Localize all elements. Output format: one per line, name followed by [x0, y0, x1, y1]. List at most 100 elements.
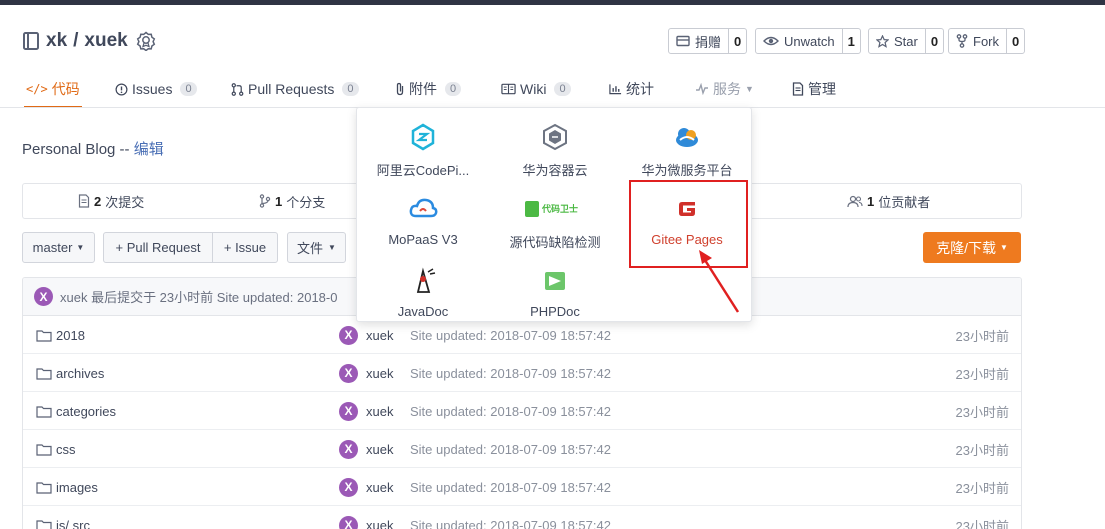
watch-count[interactable]: 1	[843, 29, 860, 53]
commit-author[interactable]: Xxuek	[339, 430, 393, 468]
tab-pull-requests[interactable]: Pull Requests 0	[231, 70, 359, 108]
donate-group: 捐赠 0	[668, 28, 748, 54]
repo-name-link[interactable]: xuek	[84, 30, 127, 52]
tab-attachments-count: 0	[445, 82, 462, 96]
fork-count[interactable]: 0	[1007, 29, 1024, 53]
table-row: archives Xxuek Site updated: 2018-07-09 …	[23, 354, 1021, 392]
file-link[interactable]: js/ src	[36, 506, 90, 529]
star-group: Star 0	[868, 28, 945, 54]
tab-wiki-label: Wiki	[520, 81, 547, 97]
branches-stat[interactable]: 1 个分支	[259, 184, 325, 218]
clone-download-label: 克隆/下载	[936, 239, 996, 256]
file-link[interactable]: images	[36, 468, 98, 506]
author-name: xuek	[366, 327, 394, 343]
new-issue-button[interactable]: + Issue	[212, 232, 278, 263]
menu-item-aliyun-codepipeline[interactable]: 阿里云CodePi...	[363, 112, 483, 184]
branch-select[interactable]: master ▼	[22, 232, 95, 263]
menu-item-label: 阿里云CodePi...	[376, 163, 470, 178]
avatar: X	[339, 401, 358, 421]
donate-icon	[676, 35, 690, 47]
clone-download-button[interactable]: 克隆/下载 ▼	[923, 232, 1021, 263]
mopaas-cloud-icon	[409, 198, 438, 218]
branches-label: 个分支	[286, 194, 326, 210]
avatar: X	[339, 325, 358, 345]
branch-icon	[259, 194, 271, 208]
commit-author[interactable]: Xxuek	[339, 468, 393, 506]
commit-message[interactable]: Site updated: 2018-07-09 18:57:42	[410, 392, 611, 430]
tab-pull-requests-count: 0	[342, 82, 359, 96]
commit-time: 23小时前	[955, 442, 1009, 458]
commit-message[interactable]: Site updated: 2018-07-09 18:57:42	[410, 506, 611, 529]
commits-stat[interactable]: 2 次提交	[78, 184, 144, 218]
fork-label: Fork	[973, 33, 999, 49]
commit-message[interactable]: Site updated: 2018-07-09 18:57:42	[410, 430, 611, 468]
avatar: X	[339, 515, 358, 529]
folder-icon	[36, 443, 52, 456]
commit-author[interactable]: Xxuek	[339, 506, 393, 529]
new-pull-request-button[interactable]: + Pull Request	[103, 232, 213, 263]
star-count[interactable]: 0	[926, 29, 943, 53]
new-issue-label: + Issue	[223, 240, 267, 255]
eye-icon	[763, 36, 779, 46]
file-name: categories	[56, 403, 116, 419]
chevron-down-icon: ▼	[999, 243, 1008, 252]
tab-code[interactable]: </> 代码	[24, 70, 82, 108]
chevron-down-icon: ▼	[76, 243, 85, 252]
donate-button[interactable]: 捐赠	[669, 29, 730, 53]
file-menu-button[interactable]: 文件 ▼	[287, 232, 346, 263]
menu-item-phpdoc[interactable]: PHPDoc	[495, 256, 615, 328]
new-pull-request-label: + Pull Request	[115, 240, 201, 255]
unwatch-button[interactable]: Unwatch	[756, 29, 843, 53]
contributors-stat[interactable]: 1 位贡献者	[847, 184, 930, 218]
last-commit-text[interactable]: xuek 最后提交于 23小时前 Site updated: 2018-0	[60, 287, 337, 306]
chevron-down-icon: ▼	[328, 243, 336, 252]
folder-icon	[36, 329, 52, 342]
commit-message[interactable]: Site updated: 2018-07-09 18:57:42	[410, 354, 611, 392]
tab-issues[interactable]: Issues 0	[115, 70, 197, 108]
tab-attachments[interactable]: 附件 0	[395, 70, 462, 108]
star-button[interactable]: Star	[869, 29, 926, 53]
table-row: categories Xxuek Site updated: 2018-07-0…	[23, 392, 1021, 430]
donate-label: 捐赠	[695, 34, 722, 50]
avatar[interactable]: X	[34, 287, 53, 306]
menu-item-label: JavaDoc	[397, 304, 449, 319]
paperclip-icon	[396, 82, 404, 96]
code-guard-logo-text: 代码卫士	[542, 204, 579, 214]
menu-item-mopaas[interactable]: MoPaaS V3	[363, 184, 483, 256]
menu-item-huawei-microservice[interactable]: 华为微服务平台	[627, 112, 747, 184]
tab-issues-count: 0	[180, 82, 197, 96]
donate-count[interactable]: 0	[729, 29, 746, 53]
menu-item-code-defect-detection[interactable]: 代码卫士 源代码缺陷检测	[495, 184, 615, 256]
tab-manage[interactable]: 管理	[792, 70, 836, 108]
tab-statistics[interactable]: 统计	[609, 70, 654, 108]
commit-time: 23小时前	[955, 518, 1009, 529]
commits-label: 次提交	[105, 194, 145, 210]
repo-description: Personal Blog -- 编辑	[22, 138, 164, 159]
menu-item-label: PHPDoc	[530, 304, 580, 319]
commit-message[interactable]: Site updated: 2018-07-09 18:57:42	[410, 468, 611, 506]
file-link[interactable]: 2018	[36, 316, 85, 354]
menu-item-label: 源代码缺陷检测	[509, 235, 601, 250]
table-row: js/ src Xxuek Site updated: 2018-07-09 1…	[23, 506, 1021, 529]
edit-description-link[interactable]: 编辑	[134, 141, 164, 158]
menu-item-huawei-container-cloud[interactable]: 华为容器云	[495, 112, 615, 184]
tab-pull-requests-label: Pull Requests	[248, 81, 335, 97]
menu-item-label: MoPaaS V3	[388, 232, 458, 247]
code-guard-icon: 代码卫士	[525, 194, 585, 224]
file-link[interactable]: css	[36, 430, 76, 468]
chevron-down-icon: ▼	[745, 84, 754, 94]
menu-item-javadoc[interactable]: JavaDoc	[363, 256, 483, 328]
fork-button[interactable]: Fork	[949, 29, 1007, 53]
file-link[interactable]: categories	[36, 392, 116, 430]
commit-author[interactable]: Xxuek	[339, 354, 393, 392]
file-name: js/ src	[56, 517, 90, 529]
tab-services[interactable]: 服务 ▼	[695, 70, 754, 108]
file-link[interactable]: archives	[36, 354, 104, 392]
repo-owner-link[interactable]: xk	[46, 30, 67, 52]
folder-icon	[36, 519, 52, 529]
author-name: xuek	[366, 403, 394, 419]
author-name: xuek	[366, 441, 394, 457]
tab-wiki[interactable]: Wiki 0	[501, 70, 571, 108]
tab-statistics-label: 统计	[626, 81, 654, 97]
commit-author[interactable]: Xxuek	[339, 392, 393, 430]
